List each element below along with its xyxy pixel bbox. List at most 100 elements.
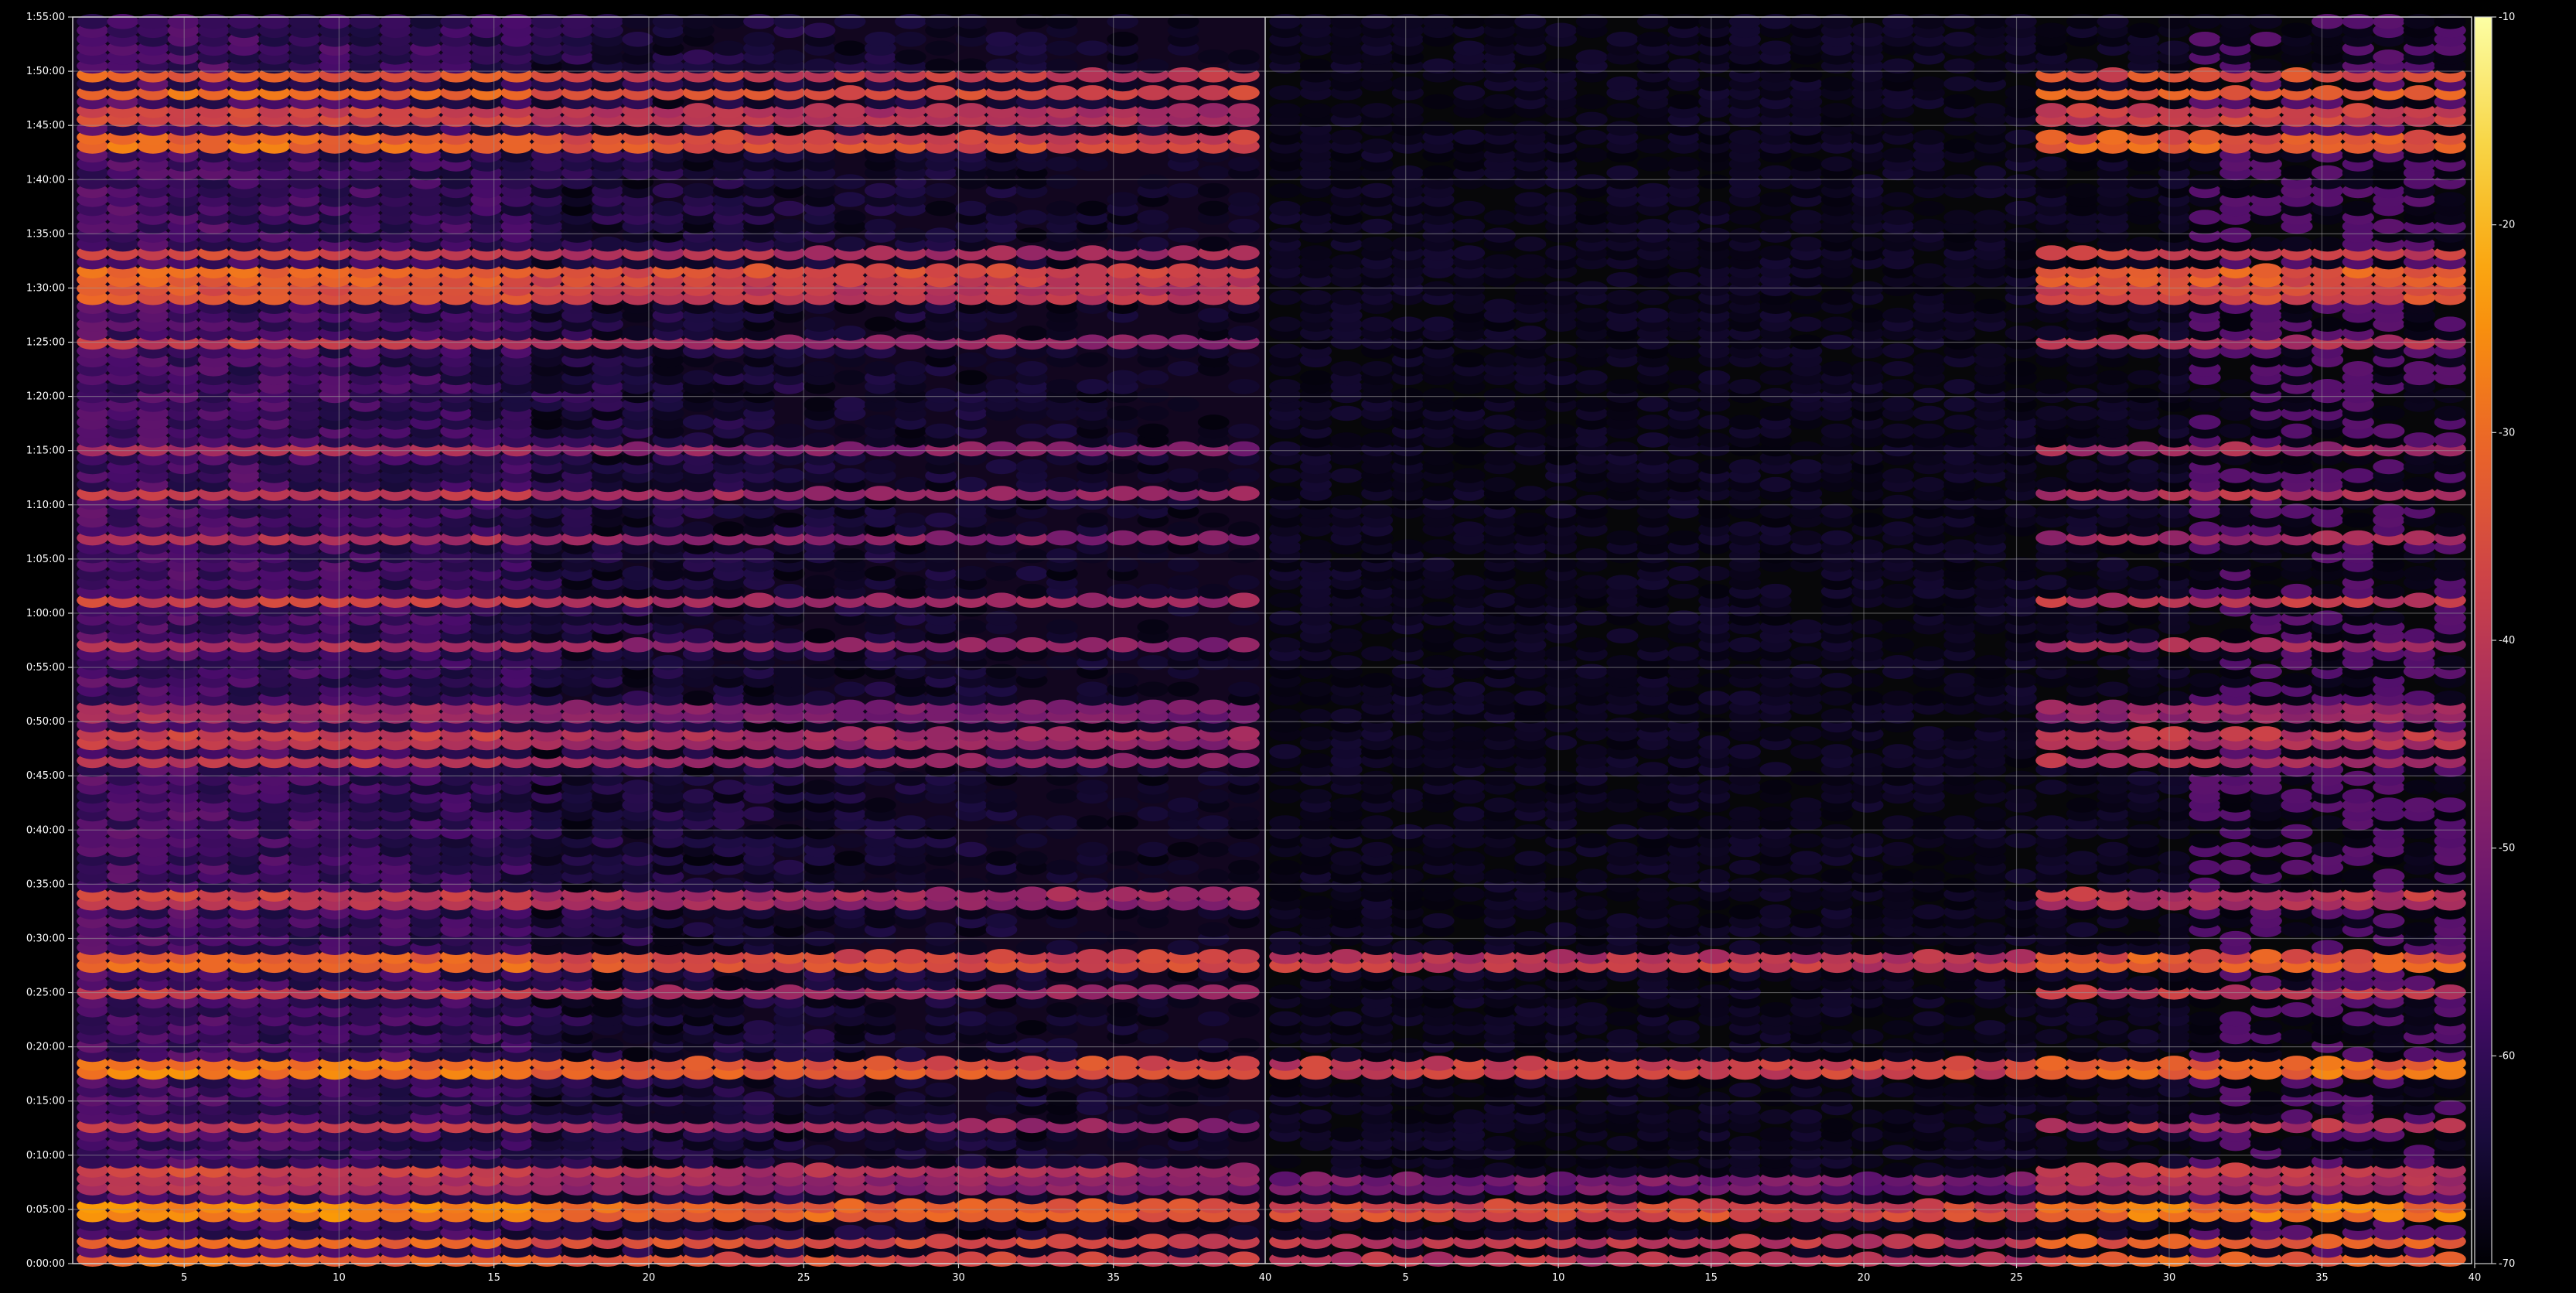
heatmap-cell — [864, 415, 896, 430]
heatmap-cell — [1167, 227, 1199, 243]
heatmap-cell — [834, 851, 866, 866]
heatmap-cell — [1228, 1002, 1260, 1018]
heatmap-cell — [985, 459, 1018, 475]
heatmap-cell — [561, 699, 593, 715]
heatmap-cell — [955, 370, 988, 386]
heatmap-cell — [804, 575, 836, 590]
heatmap-cell — [895, 49, 926, 65]
heatmap-cell — [1759, 1224, 1792, 1240]
heatmap-cell — [77, 14, 108, 29]
heatmap-cell — [864, 565, 896, 582]
heatmap-cell — [1076, 200, 1108, 217]
heatmap-cell — [713, 1251, 745, 1267]
heatmap-cell — [834, 726, 866, 742]
heatmap-cell — [1422, 1251, 1455, 1267]
heatmap-cell — [985, 664, 1018, 680]
heatmap-cell — [1167, 245, 1199, 261]
heatmap-cell — [955, 565, 988, 582]
heatmap-cell — [955, 1011, 988, 1027]
heatmap-cell — [1076, 1153, 1108, 1169]
heatmap-cell — [1107, 1162, 1139, 1178]
heatmap-cell — [864, 770, 896, 786]
heatmap-cell — [834, 468, 866, 483]
heatmap-cell — [713, 521, 745, 537]
heatmap-cell — [1076, 681, 1108, 698]
heatmap-cell — [228, 14, 260, 29]
heatmap-cell — [1076, 877, 1108, 893]
heatmap-cell — [592, 1038, 623, 1053]
heatmap-cell — [1076, 156, 1108, 172]
heatmap-cell — [773, 200, 806, 217]
heatmap-cell — [1015, 227, 1048, 243]
heatmap-cell — [2312, 1233, 2344, 1249]
heatmap-cell — [1197, 468, 1230, 483]
heatmap-cell — [1015, 583, 1048, 599]
heatmap-cell — [1228, 1251, 1260, 1267]
heatmap-cell — [985, 1251, 1018, 1267]
heatmap-cell — [1015, 210, 1048, 225]
heatmap-cell — [864, 245, 896, 261]
heatmap-cell — [1107, 486, 1139, 501]
heatmap-cell — [864, 1224, 896, 1240]
heatmap-cell — [925, 868, 957, 884]
heatmap-cell — [1137, 530, 1169, 546]
heatmap-cell — [925, 815, 957, 831]
heatmap-cell — [1107, 405, 1139, 421]
heatmap-cell — [1076, 841, 1108, 858]
heatmap-cell — [1137, 1145, 1169, 1160]
heatmap-cell — [1137, 1233, 1169, 1249]
heatmap-cell — [1076, 949, 1108, 964]
heatmap-cell — [834, 40, 866, 56]
heatmap-cell — [804, 1029, 836, 1045]
heatmap-cell — [985, 486, 1018, 501]
heatmap-cell — [1197, 922, 1230, 937]
heatmap-cell — [1137, 1198, 1169, 1213]
heatmap-cell — [773, 218, 806, 234]
heatmap-cell — [682, 370, 715, 386]
heatmap-cell — [713, 361, 745, 377]
heatmap-cell — [1015, 361, 1048, 377]
heatmap-cell — [1015, 14, 1048, 29]
heatmap-cell — [864, 726, 896, 742]
heatmap-cell — [713, 14, 745, 29]
heatmap-cell — [713, 129, 745, 145]
heatmap-cell — [1015, 726, 1048, 742]
heatmap-cell — [682, 432, 715, 448]
heatmap-cell — [1107, 815, 1139, 831]
heatmap-cell — [895, 575, 926, 590]
heatmap-cell — [1228, 610, 1260, 626]
heatmap-cell — [1137, 619, 1169, 635]
heatmap-cell — [804, 628, 836, 643]
heatmap-cell — [1107, 984, 1139, 1000]
heatmap-cell — [804, 691, 836, 706]
heatmap-cell — [167, 14, 200, 29]
heatmap-cell — [1197, 886, 1230, 902]
heatmap-cell — [1167, 183, 1199, 199]
heatmap-cell — [1228, 984, 1260, 1000]
heatmap-cell — [743, 824, 775, 840]
heatmap-cell — [1228, 1109, 1260, 1124]
heatmap-cell — [804, 1162, 836, 1178]
heatmap-cell — [985, 592, 1018, 608]
heatmap-cell — [1228, 726, 1260, 742]
heatmap-cell — [1107, 1082, 1139, 1098]
heatmap-cell — [1015, 664, 1048, 680]
heatmap-cell — [652, 984, 684, 1000]
heatmap-cell — [834, 681, 866, 698]
heatmap-panel-left — [73, 14, 1265, 1267]
heatmap-cell — [895, 949, 926, 964]
heatmap-cell — [895, 815, 926, 831]
heatmap-cell — [1197, 815, 1230, 831]
heatmap-cell — [319, 14, 351, 29]
heatmap-cell — [1107, 637, 1139, 653]
heatmap-cell — [1759, 1251, 1792, 1267]
heatmap-cell — [864, 797, 896, 813]
heatmap-cell — [985, 263, 1018, 279]
heatmap-cell — [1698, 1198, 1731, 1213]
heatmap-cell — [1197, 770, 1230, 786]
heatmap-cell — [2097, 1251, 2129, 1267]
heatmap-cell — [864, 699, 896, 715]
heatmap-cell — [895, 1091, 926, 1107]
heatmap-cell — [1015, 459, 1048, 475]
heatmap-cell — [1107, 949, 1139, 964]
